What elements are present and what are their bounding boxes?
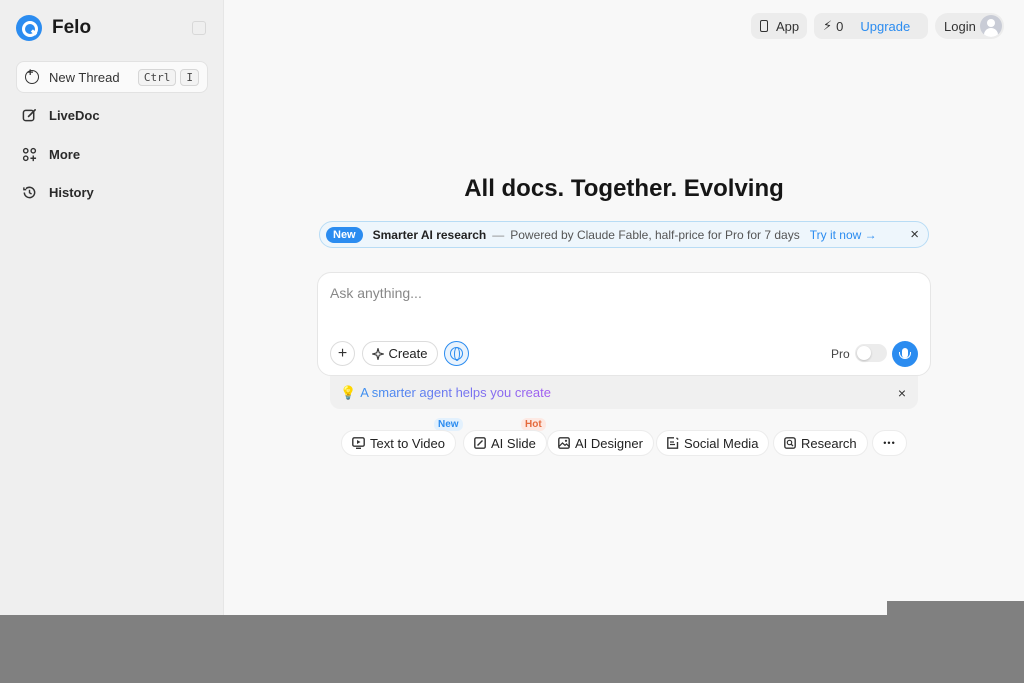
chip-label: AI Designer: [575, 435, 643, 451]
lightning-icon: ⚡︎: [823, 18, 833, 33]
app-label: App: [776, 18, 800, 34]
lightbulb-icon: 💡: [340, 384, 357, 400]
hint-bar: 💡 A smarter agent helps you create ×: [330, 376, 918, 409]
more-dots-icon: •••: [883, 438, 896, 448]
new-thread-button[interactable]: New Thread Ctrl I: [16, 61, 208, 93]
hint-text[interactable]: A smarter agent helps you create: [360, 385, 551, 400]
brand-name: Felo: [52, 17, 92, 38]
edit-icon: [22, 108, 37, 123]
close-icon[interactable]: ×: [898, 385, 906, 401]
slide-icon: [474, 437, 486, 449]
new-thread-icon: [25, 67, 39, 84]
chip-label: Research: [801, 435, 857, 451]
shortcut-ctrl-key: Ctrl: [137, 68, 177, 86]
promo-text: Powered by Claude Fable, half-price for …: [510, 227, 800, 242]
chip-label: Text to Video: [370, 435, 445, 451]
sparkle-icon: [372, 347, 385, 360]
pro-label: Pro: [831, 347, 850, 361]
promo-banner: New Smarter AI research — Powered by Cla…: [319, 221, 929, 248]
overlay-band: [0, 615, 1024, 683]
close-icon[interactable]: ×: [910, 226, 919, 243]
chip-research[interactable]: Research: [773, 430, 868, 456]
phone-icon: [760, 20, 768, 32]
voice-input-button[interactable]: [892, 341, 918, 367]
avatar-icon: [980, 15, 1002, 37]
credits-upgrade-pill: ⚡︎ 0 Upgrade: [814, 13, 928, 39]
chip-label: Social Media: [684, 435, 759, 451]
chip-ai-designer[interactable]: AI Designer: [547, 430, 654, 456]
image-icon: [558, 437, 570, 449]
new-thread-label: New Thread: [49, 69, 120, 85]
promo-new-badge: New: [326, 226, 363, 243]
sidebar-collapse-icon[interactable]: [192, 21, 206, 35]
promo-title: Smarter AI research: [372, 227, 487, 242]
apps-icon: [22, 147, 37, 162]
sidebar-item-more[interactable]: More: [22, 147, 80, 162]
create-button[interactable]: Create: [362, 341, 438, 366]
shortcut-i-key: I: [180, 68, 199, 86]
globe-icon: [450, 347, 463, 361]
plus-icon: +: [337, 344, 348, 362]
add-attachment-button[interactable]: +: [330, 341, 355, 366]
page-title: All docs. Together. Evolving: [464, 175, 784, 202]
login-label: Login: [944, 18, 976, 34]
composer: + Create Pro: [317, 272, 931, 376]
upgrade-link[interactable]: Upgrade: [860, 19, 910, 34]
chip-ai-slide[interactable]: AI Slide: [463, 430, 547, 456]
sidebar: Felo New Thread Ctrl I LiveDoc More Hist…: [0, 0, 224, 615]
more-options-button[interactable]: •••: [872, 430, 907, 456]
web-search-toggle[interactable]: [444, 341, 469, 366]
promo-separator: —: [492, 227, 505, 242]
app-download-button[interactable]: App: [751, 13, 807, 39]
post-icon: [667, 437, 679, 449]
felo-logo-icon: [16, 15, 42, 41]
sidebar-item-label: LiveDoc: [49, 108, 100, 123]
credits-count: 0: [836, 18, 844, 34]
brand[interactable]: Felo: [16, 15, 91, 41]
promo-try-link[interactable]: Try it now →: [810, 228, 877, 242]
video-icon: [352, 437, 365, 449]
chip-label: AI Slide: [491, 435, 536, 451]
chip-social-media[interactable]: Social Media: [656, 430, 770, 456]
login-button[interactable]: Login: [935, 13, 1004, 39]
research-icon: [784, 437, 796, 449]
microphone-icon: [899, 348, 911, 359]
ask-input[interactable]: [330, 285, 910, 301]
pro-toggle[interactable]: [855, 344, 887, 362]
create-label: Create: [388, 346, 428, 361]
overlay-notch: [887, 601, 1024, 615]
sidebar-item-label: More: [49, 147, 81, 162]
chip-text-to-video[interactable]: Text to Video: [341, 430, 456, 456]
sidebar-item-livedoc[interactable]: LiveDoc: [22, 108, 100, 123]
